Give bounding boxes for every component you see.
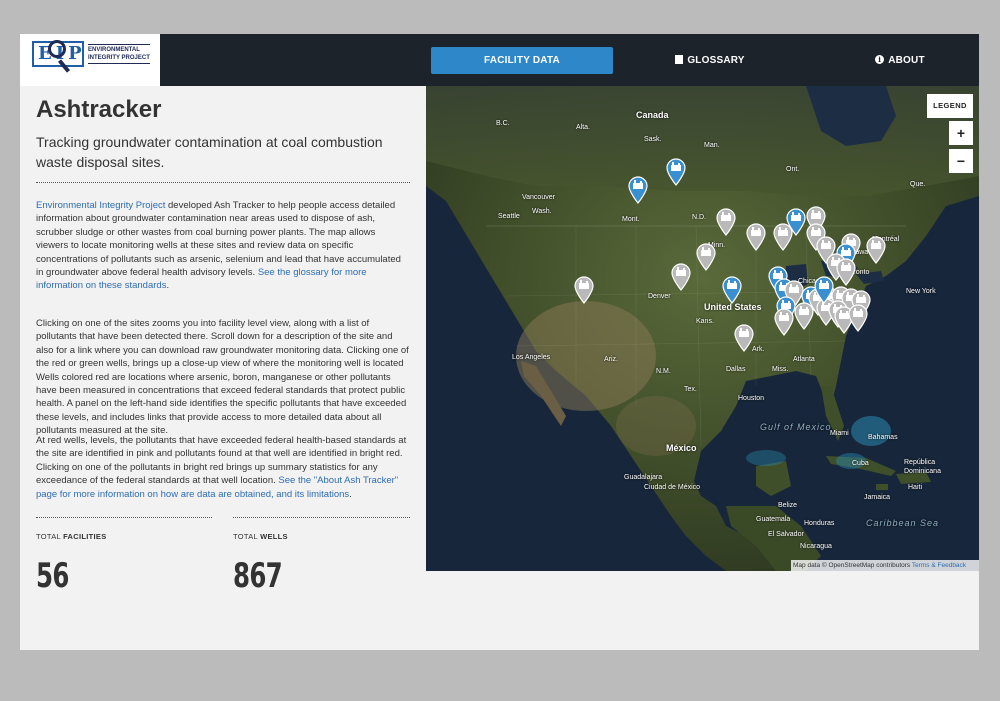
map-label-man: Man. bbox=[704, 142, 720, 149]
facility-map[interactable]: Canada B.C. Alta. Sask. Man. Ont. Que. V… bbox=[426, 86, 979, 571]
facility-marker-icon[interactable] bbox=[696, 243, 716, 271]
facility-marker-icon[interactable] bbox=[666, 158, 686, 186]
map-label-sask: Sask. bbox=[644, 136, 662, 143]
nav-glossary-label: GLOSSARY bbox=[687, 55, 745, 66]
intro-paragraph-1: Environmental Integrity Project develope… bbox=[36, 199, 410, 293]
total-wells-label: TOTAL WELLS bbox=[233, 532, 288, 541]
intro-paragraph-3: At red wells, levels, the pollutants tha… bbox=[36, 434, 410, 501]
attribution-text: Map data © OpenStreetMap contributors bbox=[793, 562, 912, 569]
facility-marker-icon[interactable] bbox=[794, 302, 814, 330]
total-facilities-label: TOTAL FACILITIES bbox=[36, 532, 107, 541]
nav-facility-data-button[interactable]: FACILITY DATA bbox=[431, 47, 613, 74]
magnifier-icon bbox=[48, 40, 66, 58]
map-label-nicaragua: Nicaragua bbox=[800, 543, 832, 550]
map-label-los-angeles: Los Angeles bbox=[512, 354, 551, 361]
facility-marker-icon[interactable] bbox=[734, 324, 754, 352]
zoom-out-button[interactable]: − bbox=[949, 149, 973, 173]
divider bbox=[36, 517, 212, 518]
intro-panel: Ashtracker Tracking groundwater contamin… bbox=[36, 86, 411, 650]
map-label-guatemala: Guatemala bbox=[756, 516, 791, 523]
map-label-ariz: Ariz. bbox=[604, 356, 618, 363]
map-label-gulf-of-mexico: Gulf of Mexico bbox=[760, 422, 832, 432]
map-label-belize: Belize bbox=[778, 502, 798, 509]
top-navigation-bar: EIP ENVIRONMENTAL INTEGRITY PROJECT FACI… bbox=[20, 34, 979, 86]
map-label-jamaica: Jamaica bbox=[864, 494, 891, 501]
nav-about-label: ABOUT bbox=[888, 55, 925, 66]
map-basemap bbox=[426, 86, 979, 571]
total-facilities-value: 56 bbox=[36, 556, 69, 596]
eip-link[interactable]: Environmental Integrity Project bbox=[36, 200, 165, 211]
map-label-nd: N.D. bbox=[692, 214, 706, 221]
nav-about-button[interactable]: ABOUT bbox=[860, 46, 940, 74]
divider bbox=[36, 182, 410, 183]
map-label-cuba: Cuba bbox=[852, 460, 869, 467]
divider bbox=[233, 517, 410, 518]
map-label-new-york: New York bbox=[906, 288, 936, 295]
facility-marker-icon[interactable] bbox=[716, 208, 736, 236]
nav-glossary-button[interactable]: GLOSSARY bbox=[660, 47, 760, 74]
facility-marker-icon[interactable] bbox=[814, 276, 834, 304]
facility-marker-icon[interactable] bbox=[574, 276, 594, 304]
app-frame: EIP ENVIRONMENTAL INTEGRITY PROJECT FACI… bbox=[20, 34, 979, 650]
facility-marker-icon[interactable] bbox=[836, 258, 856, 286]
facility-marker-icon[interactable] bbox=[671, 263, 691, 291]
stat-label-prefix: TOTAL bbox=[36, 532, 64, 541]
facility-marker-icon[interactable] bbox=[774, 308, 794, 336]
map-attribution: Map data © OpenStreetMap contributors Te… bbox=[791, 560, 979, 571]
logo-line-2: INTEGRITY PROJECT bbox=[88, 55, 150, 61]
info-icon bbox=[875, 46, 885, 73]
map-label-ont: Ont. bbox=[786, 166, 800, 173]
terms-feedback-link[interactable]: Terms & Feedback bbox=[912, 562, 966, 569]
facility-marker-icon[interactable] bbox=[628, 176, 648, 204]
map-label-bahamas: Bahamas bbox=[868, 434, 898, 441]
map-label-wash: Wash. bbox=[532, 208, 552, 215]
page-title: Ashtracker bbox=[36, 96, 162, 123]
map-label-haiti: Haiti bbox=[908, 484, 923, 491]
facility-marker-icon[interactable] bbox=[786, 208, 806, 236]
book-icon bbox=[675, 55, 684, 64]
eip-logo[interactable]: EIP ENVIRONMENTAL INTEGRITY PROJECT bbox=[20, 34, 160, 86]
legend-button[interactable]: LEGEND bbox=[927, 94, 973, 118]
intro-paragraph-2: Clicking on one of the sites zooms you i… bbox=[36, 318, 409, 437]
page-subtitle: Tracking groundwater contamination at co… bbox=[36, 134, 383, 170]
map-label-nm: N.M. bbox=[656, 368, 671, 375]
map-label-vancouver: Vancouver bbox=[522, 194, 555, 201]
map-label-dallas: Dallas bbox=[726, 366, 746, 373]
map-label-que: Que. bbox=[910, 181, 926, 188]
map-label-miami: Miami bbox=[830, 430, 849, 437]
map-label-mont: Mont. bbox=[622, 216, 640, 223]
facility-marker-icon[interactable] bbox=[722, 276, 742, 304]
stat-label-bold: FACILITIES bbox=[63, 532, 107, 541]
map-label-seattle: Seattle bbox=[498, 213, 520, 220]
map-label-houston: Houston bbox=[738, 395, 765, 402]
stat-label-prefix: TOTAL bbox=[233, 532, 261, 541]
map-label-denver: Denver bbox=[648, 293, 671, 300]
facility-marker-icon[interactable] bbox=[746, 223, 766, 251]
map-label-alta: Alta. bbox=[576, 124, 591, 131]
logo-wordmark: ENVIRONMENTAL INTEGRITY PROJECT bbox=[88, 44, 150, 64]
logo-line-1: ENVIRONMENTAL bbox=[88, 47, 140, 53]
stat-label-bold: WELLS bbox=[260, 532, 288, 541]
map-label-ciudad-mexico: Ciudad de México bbox=[644, 484, 701, 491]
paragraph-text: . bbox=[349, 488, 352, 500]
map-label-bc: B.C. bbox=[496, 120, 510, 127]
map-label-mexico: México bbox=[666, 443, 697, 453]
paragraph-text: . bbox=[166, 280, 170, 292]
map-label-canada: Canada bbox=[636, 110, 669, 120]
map-label-tex: Tex. bbox=[684, 386, 697, 393]
total-wells-value: 867 bbox=[233, 556, 283, 596]
map-label-atlanta: Atlanta bbox=[793, 356, 815, 363]
map-label-el-salvador: El Salvador bbox=[768, 531, 804, 538]
map-label-honduras: Honduras bbox=[804, 520, 835, 527]
map-label-guadalajara: Guadalajara bbox=[624, 474, 663, 481]
map-label-republica-dominicana: República Dominicana bbox=[904, 459, 941, 475]
map-label-miss: Miss. bbox=[772, 366, 789, 373]
map-label-kans: Kans. bbox=[696, 318, 714, 325]
zoom-in-button[interactable]: + bbox=[949, 121, 973, 145]
map-label-caribbean-sea: Caribbean Sea bbox=[866, 518, 940, 528]
facility-marker-icon[interactable] bbox=[848, 304, 868, 332]
facility-marker-icon[interactable] bbox=[866, 236, 886, 264]
